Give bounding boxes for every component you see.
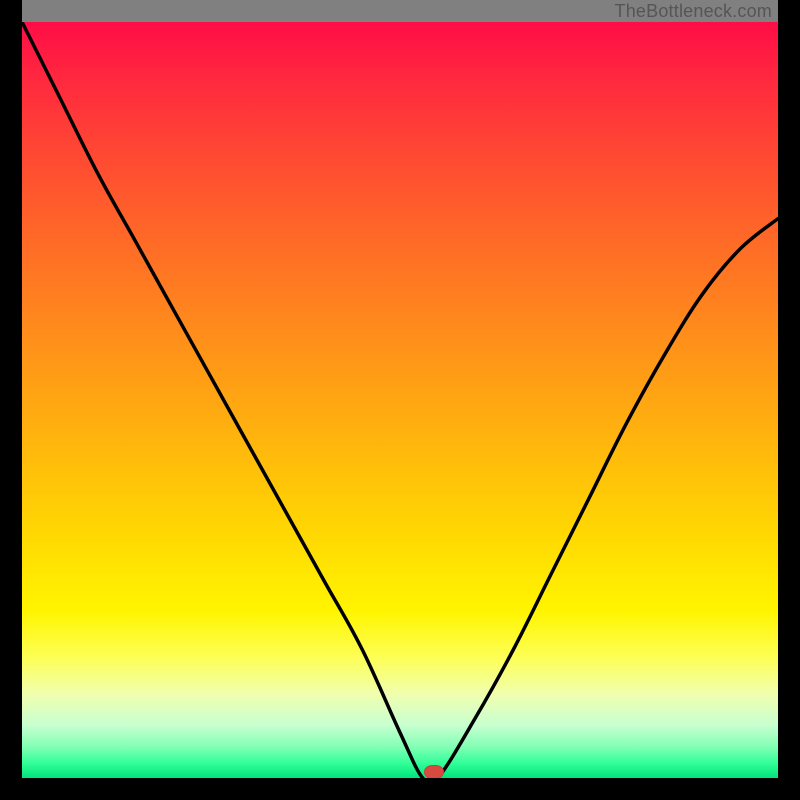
chart-border-bottom [0, 778, 800, 800]
chart-border-top [0, 0, 800, 22]
curve-path [22, 22, 778, 778]
plot-area [22, 22, 778, 778]
minimum-marker [424, 765, 444, 778]
chart-frame: TheBottleneck.com [0, 0, 800, 800]
chart-border-left [0, 0, 22, 800]
bottleneck-curve [22, 22, 778, 778]
chart-border-right [778, 0, 800, 800]
